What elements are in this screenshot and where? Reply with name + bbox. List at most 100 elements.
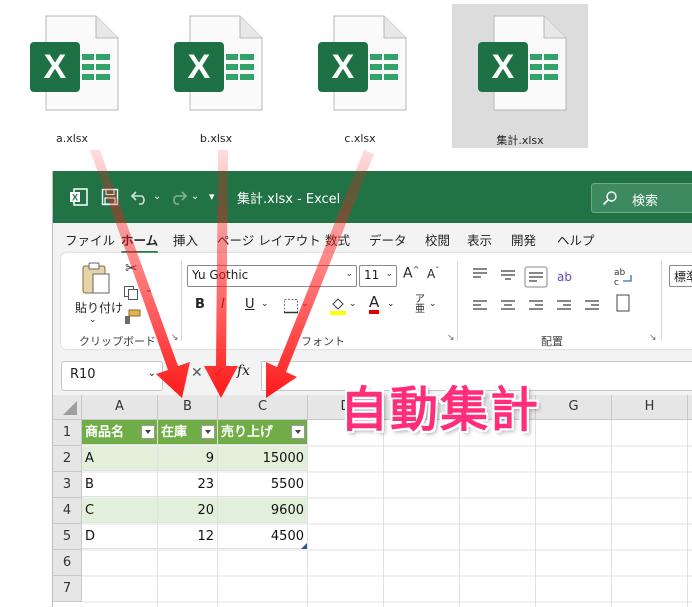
table-cell[interactable]: 9 [158, 446, 218, 471]
font-size-select[interactable]: 11 ⌄ [359, 265, 397, 287]
italic-button[interactable]: I [221, 297, 225, 312]
filter-dropdown-icon[interactable] [291, 425, 305, 439]
bold-button[interactable]: B [195, 297, 205, 312]
table-header-label: 在庫 [161, 425, 188, 440]
tab-review[interactable]: 校閲 [425, 230, 450, 249]
excel-file-icon: X [174, 15, 263, 111]
tab-developer[interactable]: 開発 [511, 230, 536, 249]
search-box[interactable]: 検索 [591, 183, 692, 213]
table-cell[interactable]: 12 [158, 524, 218, 549]
table-cell[interactable]: 23 [158, 472, 218, 497]
table-cell[interactable]: B [82, 472, 158, 497]
table-cell[interactable]: 9600 [218, 498, 308, 523]
row-header[interactable]: 2 [53, 446, 82, 472]
tab-insert[interactable]: 挿入 [173, 230, 198, 249]
row-header[interactable]: 4 [53, 498, 82, 524]
table-resize-handle[interactable] [301, 543, 308, 550]
column-header[interactable]: A [82, 395, 158, 420]
borders-dropdown-icon[interactable]: ⌄ [301, 299, 309, 309]
table-header-cell[interactable]: 在庫 [158, 420, 218, 445]
font-name-select[interactable]: Yu Gothic ⌄ [187, 265, 357, 287]
tab-file[interactable]: ファイル [65, 230, 115, 249]
customize-toolbar-icon[interactable]: ▾ [209, 190, 215, 203]
cut-icon[interactable]: ✂ [125, 259, 138, 277]
enter-formula-icon[interactable]: ✓ [213, 365, 225, 381]
shrink-font-button[interactable]: Aˇ [427, 266, 439, 281]
font-launcher-icon[interactable]: ↘ [447, 333, 455, 343]
table-header-cell[interactable]: 売り上げ [218, 420, 308, 445]
alignment-launcher-icon[interactable]: ↘ [649, 333, 657, 343]
paste-button[interactable]: 貼り付け [75, 299, 123, 316]
table-cell[interactable]: 4500 [218, 524, 308, 549]
underline-dropdown-icon[interactable]: ⌄ [261, 299, 269, 309]
clipboard-launcher-icon[interactable]: ↘ [171, 333, 179, 343]
name-box[interactable]: R10 ⌄ [61, 361, 163, 391]
filter-dropdown-icon[interactable] [201, 425, 215, 439]
clipboard-group-label: クリップボード [79, 335, 156, 348]
undo-icon[interactable] [131, 188, 149, 206]
tab-view[interactable]: 表示 [467, 230, 492, 249]
font-color-dropdown-icon[interactable]: ⌄ [387, 299, 395, 309]
insert-function-icon[interactable]: fx [237, 363, 250, 379]
column-header[interactable] [688, 395, 692, 420]
column-header[interactable]: H [612, 395, 688, 420]
tab-data[interactable]: データ [369, 230, 407, 249]
grow-font-label: A [403, 265, 413, 282]
table-cell[interactable]: 5500 [218, 472, 308, 497]
column-header[interactable]: G [536, 395, 612, 420]
tab-formulas[interactable]: 数式 [325, 230, 350, 249]
paste-dropdown-icon[interactable]: ⌄ [89, 315, 97, 325]
table-cell[interactable]: 20 [158, 498, 218, 523]
row-header[interactable]: 5 [53, 524, 82, 550]
format-painter-icon[interactable] [123, 309, 141, 325]
paste-icon[interactable] [81, 261, 111, 295]
save-icon[interactable] [101, 188, 119, 206]
tab-home[interactable]: ホーム [121, 230, 159, 254]
column-header[interactable]: B [158, 395, 218, 420]
borders-icon[interactable] [283, 298, 299, 314]
table-cell[interactable]: D [82, 524, 158, 549]
font-name-value: Yu Gothic [192, 268, 249, 282]
table-header-cell[interactable]: 商品名 [82, 420, 158, 445]
select-all-button[interactable] [53, 395, 82, 420]
redo-dropdown-icon[interactable]: ⌄ [191, 191, 199, 202]
alignment-icons[interactable]: ab [471, 265, 631, 325]
phonetic-icon[interactable]: ア亜 [415, 295, 425, 315]
select-all-icon [63, 401, 77, 415]
underline-button[interactable]: U [245, 297, 255, 312]
table-header-label: 商品名 [85, 425, 125, 440]
grow-font-button[interactable]: A^ [403, 265, 419, 282]
table-cell[interactable]: A [82, 446, 158, 471]
file-a-xlsx[interactable]: X a.xlsx [4, 4, 140, 148]
column-header[interactable]: C [218, 395, 308, 420]
row-header[interactable]: 1 [53, 420, 82, 446]
wrap-text-icon[interactable]: ab c [613, 265, 635, 287]
tab-page-layout[interactable]: ページ レイアウト [217, 230, 321, 249]
file-name: c.xlsx [344, 132, 376, 145]
excel-file-icon: X [318, 15, 407, 111]
fill-color-icon[interactable] [329, 297, 347, 315]
redo-icon[interactable] [169, 188, 187, 206]
table-cell[interactable]: C [82, 498, 158, 523]
table-cell[interactable]: 15000 [218, 446, 308, 471]
name-box-dropdown-icon[interactable]: ⌄ [148, 368, 156, 379]
window-title: 集計.xlsx - Excel [237, 192, 341, 207]
row-header[interactable]: 3 [53, 472, 82, 498]
number-format-select[interactable]: 標準 [669, 265, 692, 287]
svg-text:ab: ab [614, 268, 626, 278]
file-shukei-xlsx[interactable]: X 集計.xlsx [452, 4, 588, 148]
copy-dropdown-icon[interactable]: ⌄ [145, 285, 153, 295]
name-box-value: R10 [70, 367, 96, 382]
file-b-xlsx[interactable]: X b.xlsx [148, 4, 284, 148]
phonetic-dropdown-icon[interactable]: ⌄ [429, 299, 437, 309]
undo-dropdown-icon[interactable]: ⌄ [153, 191, 161, 202]
row-header[interactable]: 6 [53, 550, 82, 576]
fill-color-dropdown-icon[interactable]: ⌄ [349, 299, 357, 309]
font-color-icon[interactable]: A [369, 295, 380, 314]
cancel-formula-icon[interactable]: ✕ [191, 365, 203, 381]
tab-help[interactable]: ヘルプ [557, 230, 595, 249]
copy-icon[interactable] [123, 285, 139, 301]
row-header[interactable]: 7 [53, 576, 82, 602]
filter-dropdown-icon[interactable] [141, 425, 155, 439]
file-c-xlsx[interactable]: X c.xlsx [292, 4, 428, 148]
